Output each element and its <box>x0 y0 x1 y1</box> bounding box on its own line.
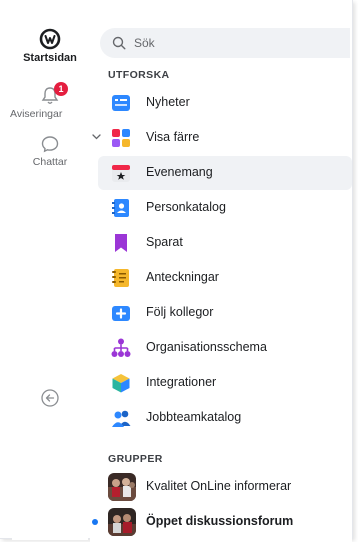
rail-chats[interactable]: Chattar <box>12 134 88 168</box>
group-label: Kvalitet OnLine informerar <box>146 479 292 493</box>
contacts-icon <box>112 199 129 217</box>
notification-badge: 1 <box>54 82 68 96</box>
groups-section-header: GRUPPER <box>108 453 163 465</box>
left-rail: Startsidan 1 Aviseringar Chattar <box>10 12 88 540</box>
nav-label-directory: Personkatalog <box>146 200 226 214</box>
org-chart-icon <box>111 338 131 357</box>
nav-item-follow-colleagues[interactable]: Följ kollegor <box>98 296 352 330</box>
chevron-down-icon <box>92 134 101 140</box>
nav-label-team-directory: Jobbteamkatalog <box>146 410 242 424</box>
nav-label-saved: Sparat <box>146 235 183 249</box>
group-photo <box>108 508 136 536</box>
workplace-logo-icon <box>39 28 61 50</box>
nav-item-integrations[interactable]: Integrationer <box>98 366 352 400</box>
nav-label-show-less: Visa färre <box>146 130 200 144</box>
calendar-icon <box>112 165 130 182</box>
nav-label-news: Nyheter <box>146 95 190 109</box>
search-input[interactable]: Sök <box>100 28 350 58</box>
group-photo <box>108 473 136 501</box>
nav-item-notes[interactable]: Anteckningar <box>98 261 352 295</box>
group-item[interactable]: Öppet diskussionsforum <box>92 505 352 539</box>
collapse-sidebar-button[interactable] <box>12 388 88 410</box>
nav-label-notes: Anteckningar <box>146 270 219 284</box>
group-label: Öppet diskussionsforum <box>146 514 294 528</box>
rail-notifications-label: Aviseringar <box>10 108 63 120</box>
unread-dot <box>92 519 98 525</box>
nav-item-saved[interactable]: Sparat <box>98 226 352 260</box>
nav-item-news[interactable]: Nyheter <box>98 86 352 120</box>
team-icon <box>112 410 131 427</box>
explore-section-header: UTFORSKA <box>108 69 170 81</box>
cube-icon <box>112 374 130 393</box>
apps-icon <box>112 129 130 147</box>
rail-chats-label: Chattar <box>32 156 68 168</box>
search-placeholder: Sök <box>134 36 155 50</box>
notebook-icon <box>112 269 129 287</box>
news-icon <box>112 95 130 111</box>
arrow-left-circle-icon <box>41 389 59 407</box>
nav-item-org-chart[interactable]: Organisationsschema <box>98 331 352 365</box>
rail-home-label: Startsidan <box>23 52 77 64</box>
search-icon <box>112 36 126 50</box>
nav-item-directory[interactable]: Personkatalog <box>98 191 352 225</box>
nav-item-show-less[interactable]: Visa färre <box>92 121 352 155</box>
nav-label-events: Evenemang <box>146 165 213 179</box>
nav-label-org-chart: Organisationsschema <box>146 340 267 354</box>
nav-item-team-directory[interactable]: Jobbteamkatalog <box>98 401 352 435</box>
follow-icon <box>112 306 130 321</box>
nav-item-events[interactable]: Evenemang <box>98 156 352 190</box>
chat-bubble-icon <box>41 136 59 153</box>
group-item[interactable]: Kvalitet OnLine informerar <box>98 470 352 504</box>
bookmark-icon <box>115 234 127 252</box>
navigation-panel: Sök UTFORSKA Nyheter Visa färre Eveneman… <box>90 12 352 542</box>
nav-label-follow-colleagues: Följ kollegor <box>146 305 214 319</box>
rail-notifications[interactable]: 1 Aviseringar <box>10 82 88 120</box>
nav-label-integrations: Integrationer <box>146 375 217 389</box>
rail-home[interactable]: Startsidan <box>12 28 88 64</box>
